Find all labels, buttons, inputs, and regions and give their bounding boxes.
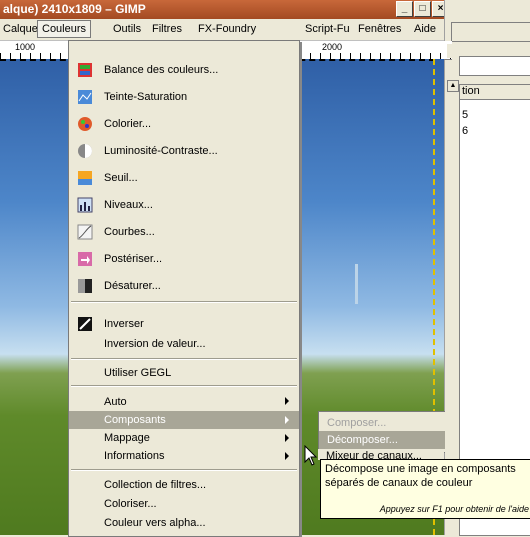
submenu-arrow-icon bbox=[285, 416, 289, 424]
image-pole bbox=[355, 264, 358, 304]
title-bar: alque) 2410x1809 – GIMP _ □ × bbox=[0, 0, 449, 19]
maximize-button[interactable]: □ bbox=[414, 1, 431, 17]
menu-item-label: Niveaux... bbox=[104, 199, 153, 211]
levels-icon bbox=[77, 197, 93, 213]
menu-outils[interactable]: Outils bbox=[113, 23, 141, 35]
menu-item-use-gegl[interactable]: Utiliser GEGL bbox=[69, 362, 299, 384]
menu-item-label: Coloriser... bbox=[104, 498, 157, 510]
colorize-icon bbox=[78, 117, 92, 131]
menu-item-filter-pack[interactable]: Collection de filtres... bbox=[69, 475, 299, 494]
navigate-icon[interactable] bbox=[447, 44, 455, 58]
dock-field[interactable] bbox=[459, 56, 530, 76]
submenu-item-decompose[interactable]: Décomposer... bbox=[319, 431, 445, 449]
submenu-arrow-icon bbox=[285, 434, 289, 442]
menu-item-brightness-contrast[interactable]: Luminosité-Contraste... bbox=[69, 140, 299, 162]
menu-item-label: Luminosité-Contraste... bbox=[104, 145, 218, 157]
desaturate-icon bbox=[78, 279, 92, 293]
menu-couleurs[interactable]: Couleurs bbox=[37, 20, 92, 38]
menu-item-colorify[interactable]: Coloriser... bbox=[69, 494, 299, 513]
menu-aide[interactable]: Aide bbox=[414, 23, 436, 35]
menu-item-desaturate[interactable]: Désaturer... bbox=[69, 275, 299, 297]
menu-filtres[interactable]: Filtres bbox=[152, 23, 182, 35]
menu-item-colorize[interactable]: Colorier... bbox=[69, 113, 299, 135]
color-balance-icon bbox=[78, 63, 92, 77]
menu-item-label: Balance des couleurs... bbox=[104, 64, 219, 76]
menu-separator bbox=[71, 469, 297, 471]
dock-row[interactable]: 5 bbox=[462, 109, 468, 121]
menu-item-label: Seuil... bbox=[104, 172, 138, 184]
menu-item-label: Postériser... bbox=[104, 253, 163, 265]
menu-item-invert[interactable]: Inverser bbox=[69, 313, 299, 335]
threshold-icon bbox=[78, 171, 92, 185]
menu-item-threshold[interactable]: Seuil... bbox=[69, 167, 299, 189]
mouse-cursor-icon bbox=[304, 445, 318, 466]
menu-item-auto[interactable]: Auto bbox=[69, 391, 299, 413]
brightness-contrast-icon bbox=[78, 144, 92, 158]
menu-separator bbox=[71, 301, 297, 303]
menu-item-color-to-alpha[interactable]: Couleur vers alpha... bbox=[69, 513, 299, 532]
menu-calque[interactable]: Calque bbox=[3, 23, 38, 35]
scroll-up-button[interactable]: ▲ bbox=[447, 80, 459, 92]
hue-saturation-icon bbox=[78, 90, 92, 104]
menu-item-label: Inverser bbox=[104, 318, 144, 330]
menu-item-info[interactable]: Informations bbox=[69, 447, 299, 465]
curves-icon bbox=[77, 224, 93, 240]
submenu-arrow-icon bbox=[285, 452, 289, 460]
dock-toolbar bbox=[451, 22, 530, 42]
menu-item-label: Couleur vers alpha... bbox=[104, 517, 206, 529]
menu-separator bbox=[71, 358, 297, 360]
submenu-item-compose[interactable]: Composer... bbox=[319, 414, 445, 432]
window-title: alque) 2410x1809 – GIMP bbox=[3, 2, 146, 16]
ruler-label: 2000 bbox=[322, 42, 343, 52]
submenu-item-label: Composer... bbox=[327, 417, 387, 429]
menu-item-levels[interactable]: Niveaux... bbox=[69, 194, 299, 216]
menu-item-components[interactable]: Composants bbox=[69, 411, 299, 429]
menu-item-label: Inversion de valeur... bbox=[104, 338, 206, 350]
posterize-icon bbox=[78, 252, 92, 266]
colors-menu: Balance des couleurs... Teinte-Saturatio… bbox=[68, 40, 300, 537]
menu-item-label: Auto bbox=[104, 396, 127, 408]
dock-column-header[interactable]: tion bbox=[460, 85, 530, 100]
menu-item-label: Collection de filtres... bbox=[104, 479, 207, 491]
menu-item-hue-saturation[interactable]: Teinte-Saturation bbox=[69, 86, 299, 108]
menu-script-fu[interactable]: Script-Fu bbox=[305, 23, 350, 35]
menu-fx-foundry[interactable]: FX-Foundry bbox=[198, 23, 256, 35]
submenu-arrow-icon bbox=[285, 397, 289, 405]
menu-item-label: Mappage bbox=[104, 432, 150, 444]
submenu-item-label: Décomposer... bbox=[327, 434, 398, 446]
tooltip-help-hint: Appuyez sur F1 pour obtenir de l'aide bbox=[379, 504, 529, 514]
menu-item-label: Courbes... bbox=[104, 226, 155, 238]
tooltip-line: séparés de canaux de couleur bbox=[325, 477, 473, 489]
menu-item-color-balance[interactable]: Balance des couleurs... bbox=[69, 59, 299, 81]
menu-item-label: Désaturer... bbox=[104, 280, 161, 292]
menu-item-label: Colorier... bbox=[104, 118, 152, 130]
components-submenu: Composer... Décomposer... bbox=[318, 411, 445, 453]
menu-bar: Calque Couleurs Outils Filtres FX-Foundr… bbox=[0, 19, 444, 41]
ruler-label: 1000 bbox=[15, 42, 36, 52]
dock-row[interactable]: 6 bbox=[462, 125, 468, 137]
tooltip-line: Décompose une image en composants bbox=[325, 463, 516, 475]
menu-item-label: Composants bbox=[104, 414, 166, 426]
menu-item-label: Utiliser GEGL bbox=[104, 367, 172, 379]
tooltip: Décompose une image en composants séparé… bbox=[320, 459, 530, 519]
menu-item-mapping[interactable]: Mappage bbox=[69, 429, 299, 447]
menu-item-value-invert[interactable]: Inversion de valeur... bbox=[69, 333, 299, 355]
menu-separator bbox=[71, 385, 297, 387]
invert-icon bbox=[78, 317, 92, 331]
menu-item-posterize[interactable]: Postériser... bbox=[69, 248, 299, 270]
window-controls: _ □ × bbox=[396, 1, 449, 17]
menu-item-curves[interactable]: Courbes... bbox=[69, 221, 299, 243]
minimize-button[interactable]: _ bbox=[396, 1, 413, 17]
menu-item-label: Teinte-Saturation bbox=[104, 91, 188, 103]
menu-item-label: Informations bbox=[104, 450, 165, 462]
menu-fenetres[interactable]: Fenêtres bbox=[358, 23, 401, 35]
